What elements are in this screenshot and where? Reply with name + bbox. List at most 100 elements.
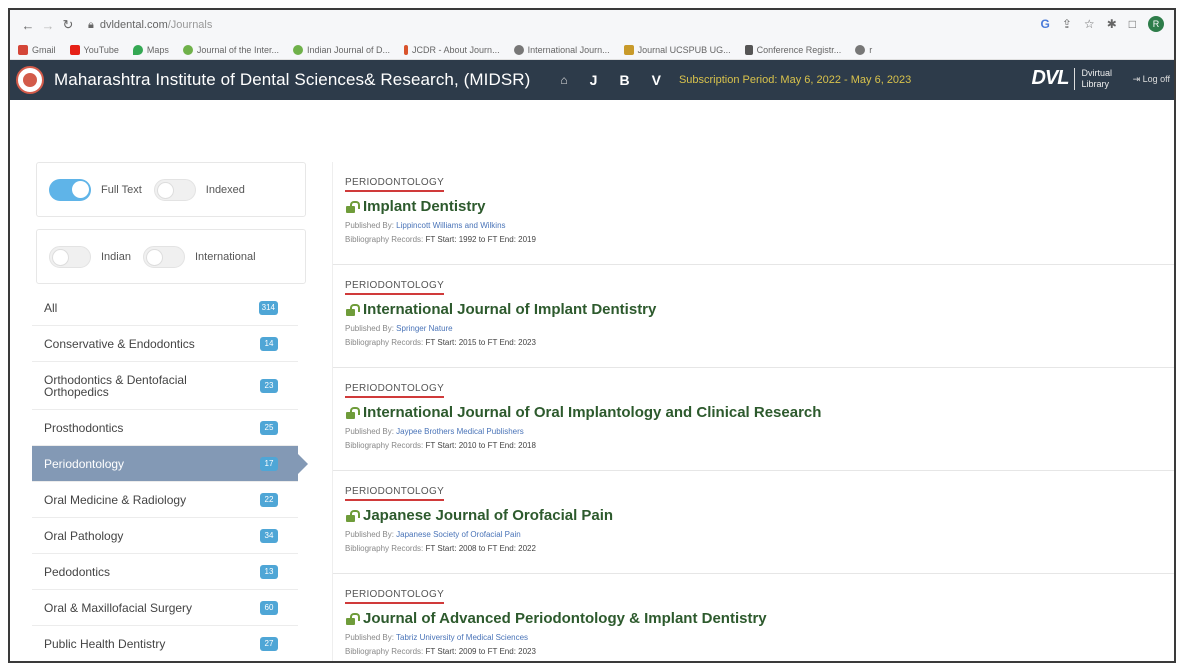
globe-icon <box>182 44 193 55</box>
publisher-link[interactable]: Japanese Society of Orofacial Pain <box>396 530 521 539</box>
bookmark-jcdr[interactable]: JCDR - About Journ... <box>404 44 500 55</box>
reload-icon[interactable]: ↻ <box>58 17 78 33</box>
nav-link-videos[interactable]: V <box>652 72 661 88</box>
journal-title-link[interactable]: International Journal of Implant Dentist… <box>345 301 1174 318</box>
url-path: /Journals <box>167 19 213 31</box>
indexed-toggle[interactable] <box>153 178 196 201</box>
extensions-icon[interactable]: ✱ <box>1107 17 1117 31</box>
count-badge: 314 <box>258 300 278 315</box>
institution-name[interactable]: Maharashtra Institute of Dental Sciences… <box>54 70 530 90</box>
lock-icon: 🔒︎ <box>88 18 94 31</box>
unlock-icon <box>345 612 360 625</box>
international-label: International <box>194 250 256 263</box>
subject-list: All 314 Conservative & Endodontics 14 Orth… <box>32 290 308 661</box>
unlock-icon <box>345 303 360 316</box>
journal-subject[interactable]: PERIODONTOLOGY <box>345 177 445 192</box>
gmail-icon <box>18 44 28 55</box>
journal-bibliography: Bibliography Records: FT Start: 2009 to … <box>345 647 536 656</box>
url-bar[interactable]: 🔒︎ dvldental.com/Journals <box>88 19 212 32</box>
bookmark-indian-journal[interactable]: Indian Journal of D... <box>292 44 390 55</box>
filter-toggles: Full Text Indexed Indian International <box>36 162 306 284</box>
star-icon[interactable]: ☆ <box>1084 17 1095 31</box>
window-icon[interactable]: □ <box>1129 17 1136 31</box>
browser-window: ← → ↻ 🔒︎ dvldental.com/Journals G ⇪ ☆ ✱ … <box>8 8 1176 663</box>
nav-link-journals[interactable]: J <box>590 72 598 88</box>
bookmark-ucspub[interactable]: Journal UCSPUB UG... <box>623 44 731 55</box>
bookmark-journal-inter[interactable]: Journal of the Inter... <box>182 44 279 55</box>
bookmark-youtube[interactable]: YouTube <box>69 44 119 55</box>
fulltext-label: Full Text <box>101 183 142 196</box>
url-domain: dvldental.com <box>99 19 168 31</box>
subscription-period: Subscription Period: May 6, 2022 - May 6… <box>678 74 912 86</box>
nav-link-books[interactable]: B <box>619 72 629 88</box>
fulltext-toggle[interactable] <box>49 178 91 201</box>
subject-item-pedodontics[interactable]: Pedodontics 13 <box>32 554 298 590</box>
indian-label: Indian <box>101 250 131 263</box>
bookmark-international-journal[interactable]: International Journ... <box>513 44 610 55</box>
count-badge: 60 <box>260 600 278 615</box>
subject-item-orthodontics[interactable]: Orthodontics & Dentofacial Orthopedics 23 <box>32 362 298 410</box>
subject-item-conservative-endodontics[interactable]: Conservative & Endodontics 14 <box>32 326 298 362</box>
count-badge: 17 <box>260 456 278 471</box>
unlock-icon <box>345 200 360 213</box>
back-icon[interactable]: ← <box>18 18 38 33</box>
journal-title-link[interactable]: Japanese Journal of Orofacial Pain <box>345 507 1174 524</box>
journal-title-link[interactable]: Journal of Advanced Periodontology & Imp… <box>345 610 1174 627</box>
dvl-brand[interactable]: DVL Dvirtual Library <box>1031 67 1112 90</box>
subject-item-prosthodontics[interactable]: Prosthodontics 25 <box>32 410 298 446</box>
journal-title-link[interactable]: International Journal of Oral Implantolo… <box>345 404 1174 421</box>
subject-item-oral-medicine[interactable]: Oral Medicine & Radiology 22 <box>32 482 298 518</box>
journal-subject[interactable]: PERIODONTOLOGY <box>345 486 445 501</box>
site-header: Maharashtra Institute of Dental Sciences… <box>10 60 1174 100</box>
unlock-icon <box>345 509 360 522</box>
subject-item-periodontology[interactable]: Periodontology 17 <box>32 446 308 482</box>
journal-subject[interactable]: PERIODONTOLOGY <box>345 589 445 604</box>
journal-subject[interactable]: PERIODONTOLOGY <box>345 280 445 295</box>
journal-item: PERIODONTOLOGY Japanese Journal of Orofa… <box>333 471 1174 574</box>
publisher-link[interactable]: Lippincott Williams and Wilkins <box>396 221 505 230</box>
indian-toggle[interactable] <box>49 245 91 268</box>
count-badge: 23 <box>260 378 278 393</box>
count-badge: 34 <box>260 528 278 543</box>
journal-publisher: Published By: Japanese Society of Orofac… <box>345 530 521 539</box>
subject-item-oral-pathology[interactable]: Oral Pathology 34 <box>32 518 298 554</box>
publisher-link[interactable]: Springer Nature <box>396 324 452 333</box>
indexed-label: Indexed <box>205 183 245 196</box>
bookmark-gmail[interactable]: Gmail <box>18 44 56 55</box>
international-toggle[interactable] <box>142 245 185 268</box>
profile-avatar[interactable]: R <box>1148 16 1164 32</box>
dvl-logo: DVL <box>1031 67 1069 89</box>
maps-icon <box>132 44 143 55</box>
browser-toolbar: ← → ↻ 🔒︎ dvldental.com/Journals G ⇪ ☆ ✱ … <box>10 10 1174 40</box>
globe-icon <box>292 44 303 55</box>
subject-item-oral-maxillofacial-surgery[interactable]: Oral & Maxillofacial Surgery 60 <box>32 590 298 626</box>
bookmark-maps[interactable]: Maps <box>132 44 169 55</box>
globe-icon <box>855 44 866 55</box>
home-icon[interactable]: ⌂ <box>560 73 567 87</box>
bookmark-conference[interactable]: Conference Registr... <box>744 44 841 55</box>
bookmark-more[interactable]: r <box>855 44 872 55</box>
logout-link[interactable]: ⇥ Log off <box>1133 74 1170 85</box>
journal-publisher: Published By: Tabriz University of Medic… <box>345 633 529 642</box>
bookmarks-bar: Gmail YouTube Maps Journal of the Inter.… <box>10 40 1174 60</box>
forward-icon[interactable]: → <box>38 18 58 33</box>
share-icon[interactable]: ⇪ <box>1062 17 1072 31</box>
journal-subject[interactable]: PERIODONTOLOGY <box>345 383 445 398</box>
count-badge: 14 <box>260 336 278 351</box>
browser-actions: G ⇪ ☆ ✱ □ R <box>1041 16 1164 32</box>
conference-icon <box>744 44 753 55</box>
publisher-link[interactable]: Tabriz University of Medical Sciences <box>396 633 528 642</box>
journal-bibliography: Bibliography Records: FT Start: 2008 to … <box>345 544 536 553</box>
subject-item-all[interactable]: All 314 <box>32 290 298 326</box>
fulltext-indexed-filter: Full Text Indexed <box>36 162 306 217</box>
journal-publisher: Published By: Jaypee Brothers Medical Pu… <box>345 427 524 436</box>
count-badge: 22 <box>260 492 278 507</box>
journal-item: PERIODONTOLOGY Journal of Advanced Perio… <box>333 574 1174 661</box>
institution-logo[interactable] <box>16 66 44 94</box>
subject-item-public-health-dentistry[interactable]: Public Health Dentistry 27 <box>32 626 298 661</box>
dvl-library-label: Dvirtual Library <box>1081 67 1112 89</box>
journal-title-link[interactable]: Implant Dentistry <box>345 198 1174 215</box>
journal-bibliography: Bibliography Records: FT Start: 2010 to … <box>345 441 536 450</box>
google-icon[interactable]: G <box>1041 17 1050 31</box>
publisher-link[interactable]: Jaypee Brothers Medical Publishers <box>396 427 524 436</box>
